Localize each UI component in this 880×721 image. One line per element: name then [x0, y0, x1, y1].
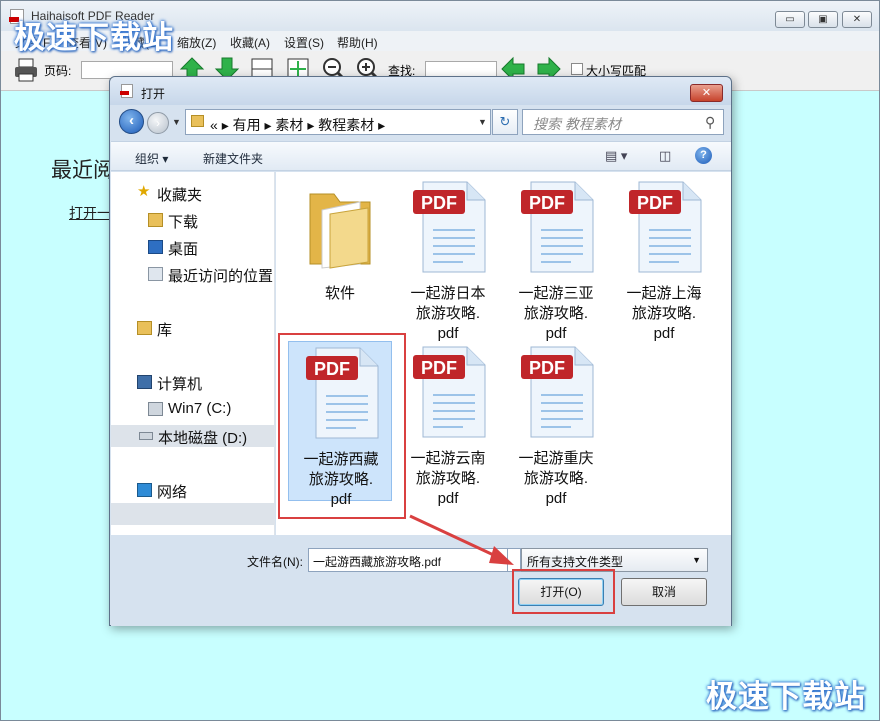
- pdf-file-item[interactable]: PDF 一起游云南 旅游攻略. pdf: [396, 341, 500, 507]
- breadcrumb-item[interactable]: 有用: [233, 117, 261, 133]
- maximize-button[interactable]: ▣: [808, 11, 838, 28]
- folder-icon: [309, 193, 371, 269]
- address-bar[interactable]: « ▸ 有用 ▸ 素材 ▸ 教程素材 ▸ ▼: [185, 109, 491, 135]
- dialog-footer: 文件名(N): 一起游西藏旅游攻略.pdf 所有支持文件类型 ▼ 打开(O) 取…: [111, 536, 731, 626]
- nav-network[interactable]: 网络: [111, 479, 274, 501]
- watermark-top-left: 极速下载站: [14, 20, 174, 55]
- file-name: 一起游上海 旅游攻略. pdf: [626, 285, 702, 342]
- nav-drive-c[interactable]: Win7 (C:): [111, 398, 274, 420]
- annotation-highlight-file: [278, 333, 406, 519]
- windows-drive-icon: [148, 402, 163, 416]
- preview-pane-icon[interactable]: ◫: [659, 148, 671, 164]
- pdf-badge: PDF: [637, 193, 673, 213]
- pdf-file-icon: PDF: [413, 181, 486, 273]
- view-options-icon[interactable]: ▤ ▾: [605, 148, 627, 164]
- annotation-highlight-open-button: [512, 569, 615, 614]
- new-folder-button[interactable]: 新建文件夹: [203, 150, 263, 167]
- desktop-icon: [148, 240, 163, 254]
- chevron-down-icon: ▼: [692, 555, 701, 565]
- back-arrow-icon[interactable]: ‹: [119, 109, 144, 134]
- filename-input[interactable]: 一起游西藏旅游攻略.pdf: [308, 548, 508, 572]
- search-icon: ⚲: [705, 114, 716, 130]
- recent-files-title: 最近阅: [51, 159, 114, 182]
- open-file-link[interactable]: 打开一: [69, 203, 111, 223]
- help-icon[interactable]: ?: [695, 147, 712, 164]
- page-label: 页码:: [44, 64, 72, 78]
- organize-button[interactable]: 组织 ▾: [135, 150, 168, 167]
- recent-locations-dropdown-icon[interactable]: ▼: [172, 117, 181, 127]
- nav-recent-places[interactable]: 最近访问的位置: [111, 263, 274, 285]
- pdf-file-item[interactable]: PDF 一起游三亚 旅游攻略. pdf: [504, 176, 608, 342]
- nav-drive-d-placeholder: [111, 503, 274, 525]
- file-type-value: 所有支持文件类型: [527, 555, 624, 569]
- network-icon: [137, 483, 152, 497]
- breadcrumb-overflow[interactable]: «: [210, 117, 218, 133]
- pdf-badge: PDF: [421, 358, 457, 378]
- dialog-title: 打开: [141, 87, 166, 101]
- file-name: 一起游重庆 旅游攻略. pdf: [518, 450, 594, 507]
- file-name: 软件: [324, 285, 355, 302]
- command-bar: 组织 ▾ 新建文件夹 ▤ ▾ ◫ ?: [111, 141, 731, 171]
- pdf-badge: PDF: [529, 358, 565, 378]
- address-dropdown-icon[interactable]: ▼: [478, 117, 487, 127]
- refresh-icon[interactable]: ↻: [492, 109, 518, 135]
- pdf-file-item[interactable]: PDF 一起游重庆 旅游攻略. pdf: [504, 341, 608, 507]
- forward-arrow-icon[interactable]: ›: [147, 112, 169, 134]
- cancel-button[interactable]: 取消: [621, 578, 707, 606]
- printer-icon[interactable]: [13, 57, 39, 83]
- nav-downloads[interactable]: 下载: [111, 209, 274, 231]
- nav-desktop[interactable]: 桌面: [111, 236, 274, 258]
- star-icon: ★: [137, 183, 151, 200]
- recent-places-icon: [148, 267, 163, 281]
- breadcrumb-item[interactable]: 素材: [275, 117, 303, 133]
- file-name: 一起游三亚 旅游攻略. pdf: [518, 285, 594, 342]
- pdf-file-icon: PDF: [413, 346, 486, 438]
- navigation-pane: ★ 收藏夹 下载 桌面 最近访问的位置 库 计算机 Win7 (C:) 本地磁盘…: [111, 172, 275, 535]
- pdf-file-icon: PDF: [629, 181, 702, 273]
- folder-icon: [191, 115, 204, 127]
- menu-bookmark[interactable]: 收藏(A): [230, 34, 270, 51]
- computer-icon: [137, 375, 152, 389]
- dialog-titlebar: 打开 ✕: [110, 77, 731, 105]
- search-placeholder: 搜索 教程素材: [533, 116, 621, 132]
- dialog-close-button[interactable]: ✕: [690, 84, 723, 102]
- menu-zoom[interactable]: 缩放(Z): [177, 34, 216, 51]
- pdf-badge: PDF: [421, 193, 457, 213]
- minimize-button[interactable]: ▭: [775, 11, 805, 28]
- pdf-badge: PDF: [529, 193, 565, 213]
- nav-libraries[interactable]: 库: [111, 317, 274, 339]
- breadcrumb-item[interactable]: 教程素材: [318, 117, 374, 133]
- pdf-file-item[interactable]: PDF 一起游上海 旅游攻略. pdf: [612, 176, 716, 342]
- pdf-file-item[interactable]: PDF 一起游日本 旅游攻略. pdf: [396, 176, 500, 342]
- nav-favorites[interactable]: ★ 收藏夹: [111, 182, 274, 204]
- watermark-bottom-right: 极速下载站: [706, 679, 866, 714]
- nav-drive-d[interactable]: 本地磁盘 (D:): [111, 425, 274, 447]
- match-case-checkbox[interactable]: [571, 63, 583, 75]
- pdf-file-icon: PDF: [521, 181, 594, 273]
- navigation-row: ‹ › ▼ « ▸ 有用 ▸ 素材 ▸ 教程素材 ▸ ▼ ↻ 搜索 教程素材 ⚲: [110, 105, 731, 139]
- libraries-icon: [137, 321, 152, 335]
- open-file-dialog: 打开 ✕ ‹ › ▼ « ▸ 有用 ▸ 素材 ▸ 教程素材 ▸ ▼ ↻ 搜索 教…: [109, 76, 732, 626]
- downloads-folder-icon: [148, 213, 163, 227]
- breadcrumb: « ▸ 有用 ▸ 素材 ▸ 教程素材 ▸: [210, 117, 386, 133]
- close-button[interactable]: ✕: [842, 11, 872, 28]
- folder-item[interactable]: 软件: [288, 176, 392, 336]
- pdf-file-icon: PDF: [521, 346, 594, 438]
- search-input[interactable]: 搜索 教程素材 ⚲: [522, 109, 724, 135]
- menu-help[interactable]: 帮助(H): [337, 34, 378, 51]
- file-name: 一起游日本 旅游攻略. pdf: [410, 285, 486, 342]
- file-name: 一起游云南 旅游攻略. pdf: [410, 450, 486, 507]
- menu-settings[interactable]: 设置(S): [284, 34, 324, 51]
- dialog-pdf-icon: [120, 84, 133, 98]
- hard-drive-icon: [139, 432, 153, 440]
- filename-label: 文件名(N):: [247, 555, 303, 569]
- nav-computer[interactable]: 计算机: [111, 371, 274, 393]
